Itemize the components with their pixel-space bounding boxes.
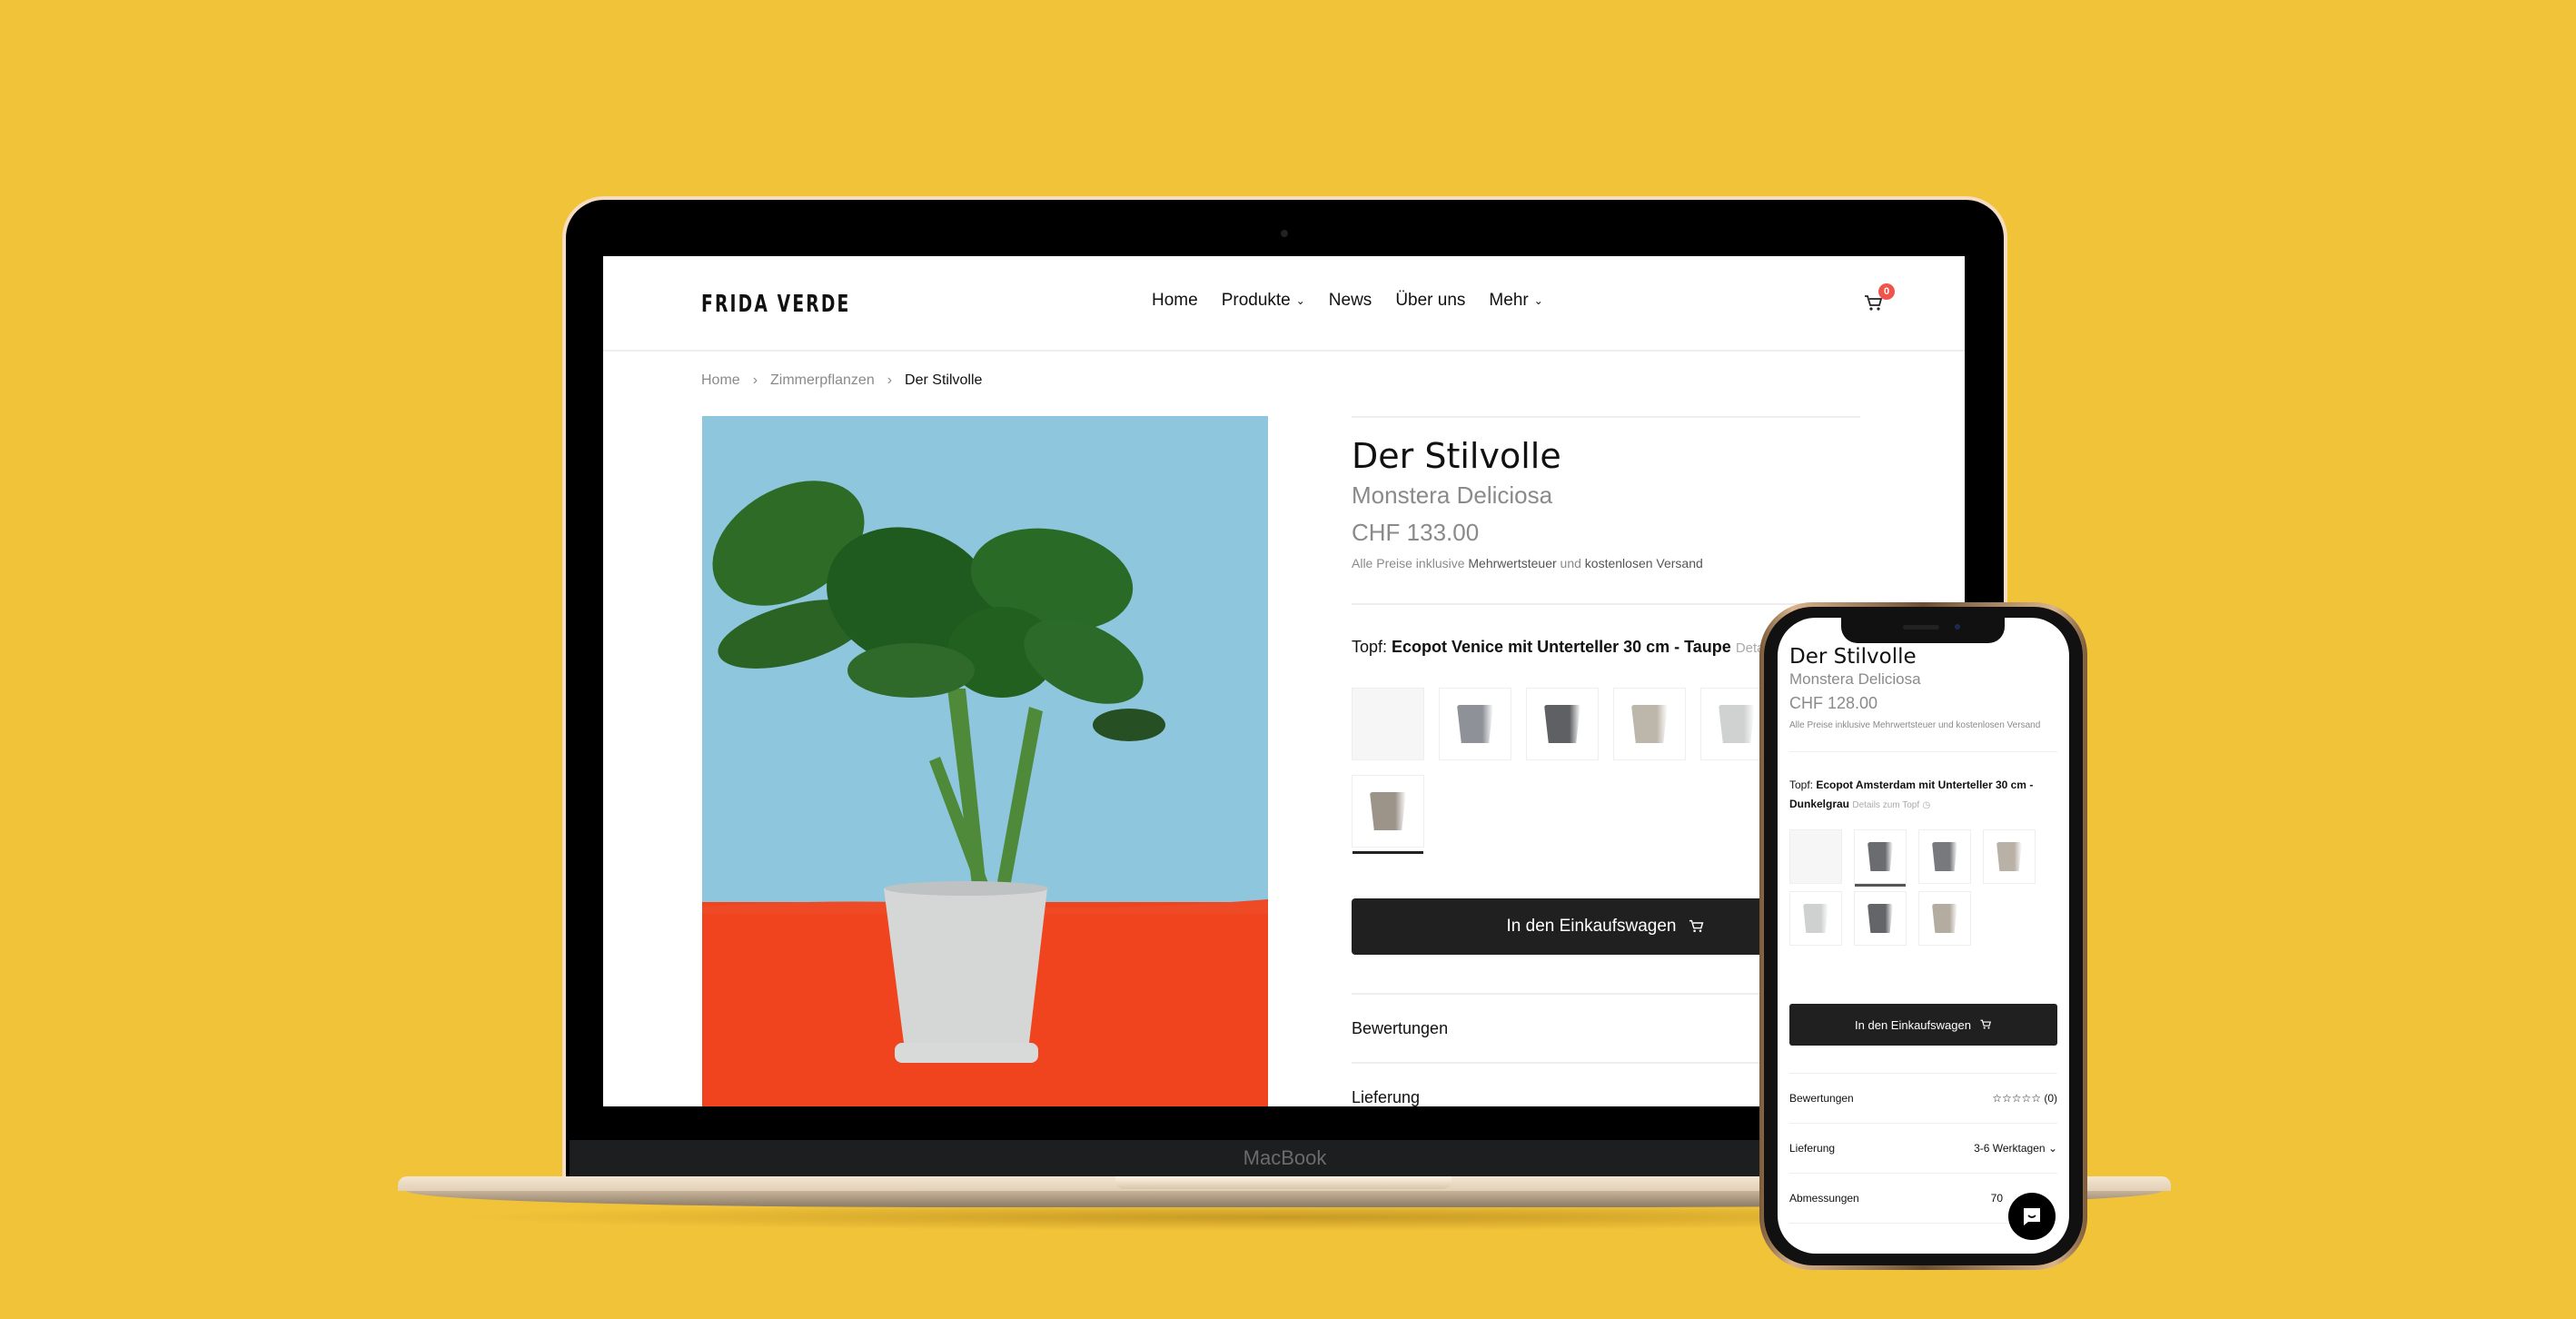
divider	[1352, 416, 1860, 418]
pot-swatch-beige-unterteller[interactable]	[1983, 829, 2036, 884]
breadcrumb-zimmerpflanzen[interactable]: Zimmerpflanzen	[770, 372, 875, 389]
pot-icon	[1631, 705, 1668, 743]
note-shipping: kostenlosen Versand	[1584, 556, 1703, 570]
accordion-label: Bewertungen	[1789, 1092, 1854, 1105]
nav-item-news[interactable]: News	[1329, 291, 1372, 311]
add-to-cart-button[interactable]: In den Einkaufswagen	[1789, 1004, 2057, 1046]
phone-notch	[1841, 618, 2005, 643]
nav-item-home[interactable]: Home	[1152, 291, 1198, 311]
pot-swatch-taupe[interactable]	[1918, 891, 1971, 946]
pot-value: Ecopot Venice mit Unterteller 30 cm - Ta…	[1392, 638, 1731, 656]
pot-swatch-grau[interactable]	[1439, 688, 1511, 760]
pot	[884, 888, 1047, 1043]
phone-screen: Der Stilvolle Monstera Deliciosa CHF 128…	[1778, 618, 2069, 1254]
breadcrumb-current: Der Stilvolle	[905, 372, 983, 388]
webcam	[1281, 230, 1288, 237]
accordion-value: 3-6 Werktagen	[1974, 1142, 2046, 1155]
pot-swatch-dunkelgrau-unterteller[interactable]	[1854, 829, 1907, 887]
add-to-cart-label: In den Einkaufswagen	[1506, 917, 1677, 936]
pot-swatch-none[interactable]	[1789, 829, 1842, 884]
nav-item-mehr[interactable]: Mehr ⌄	[1489, 291, 1542, 311]
pot-icon	[1996, 842, 2022, 871]
nav-label: Produkte	[1221, 291, 1291, 310]
pot-swatch-none[interactable]	[1352, 688, 1424, 760]
divider	[1789, 751, 2057, 752]
phone-speaker	[1903, 625, 1939, 630]
phone-camera	[1955, 624, 1960, 630]
chevron-right-icon: ›	[887, 372, 893, 388]
cart-count-badge: 0	[1878, 283, 1895, 300]
breadcrumb: Home › Zimmerpflanzen › Der Stilvolle	[701, 372, 982, 389]
nav-item-produkte[interactable]: Produkte ⌄	[1222, 291, 1305, 311]
phone-product-info: Der Stilvolle Monstera Deliciosa CHF 128…	[1789, 618, 2057, 1254]
pot-icon	[1868, 904, 1893, 933]
pot-swatch-beige[interactable]	[1613, 688, 1686, 760]
breadcrumb-home[interactable]: Home	[701, 372, 740, 389]
laptop-lid-notch	[1115, 1176, 1451, 1189]
nav-label: Über uns	[1395, 291, 1466, 310]
accordion-value: 70	[1990, 1192, 2003, 1205]
nav-label: Mehr	[1489, 291, 1529, 310]
price-note: Alle Preise inklusive Mehrwertsteuer und…	[1789, 720, 2041, 730]
site-logo[interactable]: FRIDA VERDE	[701, 291, 850, 318]
accordion-bewertungen[interactable]: Bewertungen ☆☆☆☆☆ (0)	[1789, 1073, 2057, 1123]
pot-icon	[1544, 705, 1580, 743]
product-subtitle: Monstera Deliciosa	[1352, 481, 1553, 509]
chevron-down-icon: ⌄	[1295, 294, 1305, 307]
chevron-down-icon: ⌄	[1533, 294, 1543, 307]
nav-label: News	[1328, 291, 1372, 310]
pot-swatch-taupe[interactable]	[1352, 775, 1424, 854]
pot-icon	[1868, 842, 1893, 871]
pot-icon	[1719, 705, 1755, 743]
divider	[1352, 603, 1860, 605]
pot-label: Topf:	[1789, 779, 1817, 791]
pot-swatch-grau-unterteller[interactable]	[1918, 829, 1971, 884]
accordion-label: Bewertungen	[1352, 1018, 1449, 1037]
note-text: Alle Preise inklusive	[1352, 556, 1469, 570]
add-to-cart-label: In den Einkaufswagen	[1855, 1017, 1971, 1032]
pot-icon	[1932, 842, 1957, 871]
pot-swatch-dunkelgrau[interactable]	[1526, 688, 1599, 760]
chat-icon	[2024, 1208, 2040, 1225]
product-subtitle: Monstera Deliciosa	[1789, 670, 1921, 688]
chat-button[interactable]	[2008, 1193, 2056, 1240]
star-rating: ☆☆☆☆☆ (0)	[1992, 1092, 2057, 1105]
main-nav: Home Produkte ⌄ News Über uns Mehr ⌄	[1152, 291, 1543, 311]
cart-icon	[1689, 919, 1704, 933]
product-price: CHF 133.00	[1352, 519, 1480, 546]
product-price: CHF 128.00	[1789, 694, 1878, 712]
nav-label: Home	[1152, 291, 1198, 310]
pot-swatch-hellgrau[interactable]	[1789, 891, 1842, 946]
accordion-label: Abmessungen	[1789, 1192, 1859, 1205]
pot-details-link[interactable]: Details zum Topf	[1852, 800, 1919, 810]
accordion-label: Lieferung	[1789, 1142, 1836, 1155]
cart-icon	[1980, 1019, 1991, 1029]
pot-icon	[1803, 904, 1828, 933]
accordion-value-wrap: 3-6 Werktagen ⌄	[1974, 1142, 2057, 1155]
note-vat: Mehrwertsteuer	[1468, 556, 1557, 570]
product-image[interactable]	[702, 416, 1268, 1106]
accordion-label: Lieferung	[1352, 1087, 1421, 1106]
pot-selection-label: Topf: Ecopot Amsterdam mit Unterteller 3…	[1789, 776, 2057, 815]
info-icon: ◷	[1922, 800, 1931, 810]
note-text: und	[1556, 556, 1585, 570]
chevron-down-icon: ⌄	[2047, 1142, 2057, 1155]
pot-swatches	[1789, 829, 2057, 946]
chevron-right-icon: ›	[752, 372, 758, 388]
product-title: Der Stilvolle	[1789, 645, 1917, 669]
pot-label: Topf:	[1352, 638, 1392, 656]
pot-icon	[1457, 705, 1493, 743]
product-title: Der Stilvolle	[1352, 436, 1561, 476]
pot-icon	[1932, 904, 1957, 933]
nav-item-ueber-uns[interactable]: Über uns	[1395, 291, 1465, 311]
site-header: FRIDA VERDE Home Produkte ⌄ News Über uns…	[603, 256, 1965, 352]
accordion-lieferung[interactable]: Lieferung 3-6 Werktagen ⌄	[1789, 1123, 2057, 1173]
pot-icon	[1370, 792, 1406, 830]
pot-swatch-dunkelgrau[interactable]	[1854, 891, 1907, 946]
price-note: Alle Preise inklusive Mehrwertsteuer und…	[1352, 556, 1860, 570]
